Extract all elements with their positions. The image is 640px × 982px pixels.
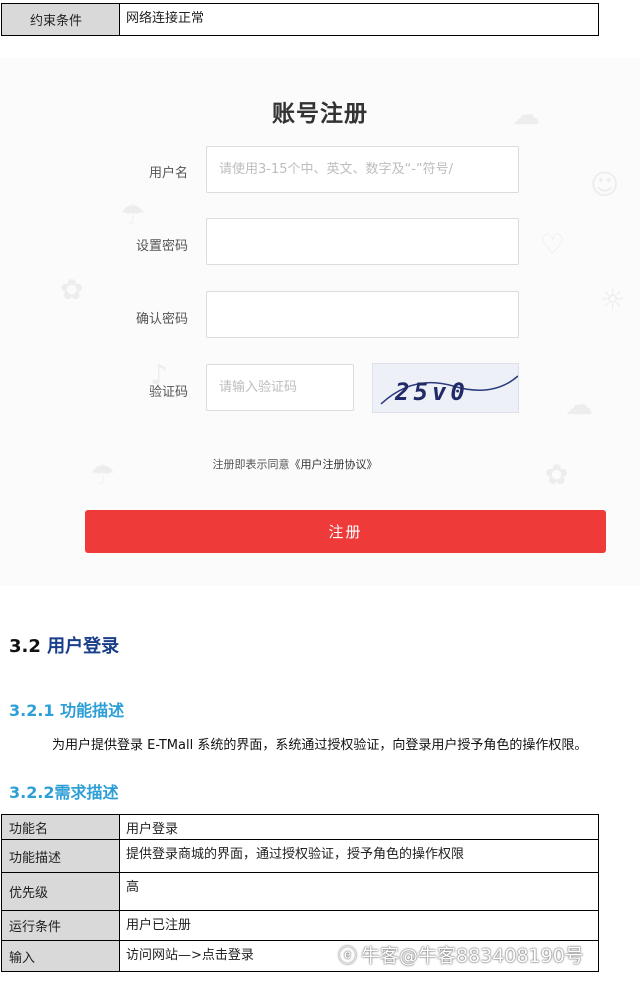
background-doodle-icon: ☼ (600, 283, 626, 316)
captcha-label: 验证码 (148, 385, 188, 400)
constraint-label: 约束条件 (2, 4, 120, 35)
password-label: 设置密码 (135, 239, 188, 254)
captcha-input[interactable]: 请输入验证码 (206, 364, 354, 411)
confirm-password-label: 确认密码 (135, 312, 188, 327)
table-row: 运行条件 用户已注册 (2, 911, 598, 941)
username-label: 用户名 (148, 166, 188, 181)
section-number: 3.2 (9, 636, 41, 657)
table-row: 功能名 用户登录 (2, 815, 598, 840)
username-input[interactable]: 请使用3-15个中、英文、数字及“-”符号/ (206, 146, 519, 193)
agreement-text: 注册即表示同意《用户注册协议》 (0, 456, 590, 472)
table-key-cell: 运行条件 (2, 911, 120, 940)
confirm-password-input[interactable] (206, 291, 519, 338)
background-doodle-icon: ☂ (120, 198, 146, 231)
agreement-prefix: 注册即表示同意 (212, 458, 290, 471)
watermark-logo-icon: ⓔ (338, 945, 358, 967)
user-agreement-link[interactable]: 《用户注册协议》 (290, 458, 378, 471)
constraint-value: 网络连接正常 (126, 11, 205, 26)
watermark: ⓔ 牛客@牛客883408190号 (338, 941, 584, 968)
captcha-text: 25v0 (394, 378, 469, 406)
registration-form-screenshot: ☁ ☺ ☂ ♡ ✿ ☼ ♪ ☁ ☂ ✿ 账号注册 用户名 请使用3-15个中、英… (0, 58, 640, 586)
subsection-heading-function: 3.2.1 功能描述 (9, 701, 125, 720)
background-doodle-icon: ☺ (590, 168, 620, 201)
section-title: 用户登录 (47, 636, 120, 657)
background-doodle-icon: ☁ (565, 388, 593, 421)
password-input[interactable] (206, 218, 519, 265)
table-key-cell: 优先级 (2, 873, 120, 910)
table-row: 功能描述 提供登录商城的界面，通过授权验证，授予角色的操作权限 (2, 840, 598, 873)
section-heading: 3.2 用户登录 (9, 632, 119, 658)
constraint-table: 约束条件 网络连接正常 (1, 3, 599, 36)
table-value-cell: 高 (126, 880, 140, 895)
subsection-heading-requirements: 3.2.2需求描述 (9, 783, 119, 802)
register-button[interactable]: 注册 (85, 510, 606, 553)
table-value-cell: 提供登录商城的界面，通过授权验证，授予角色的操作权限 (126, 847, 465, 862)
table-key-cell: 功能名 (2, 815, 120, 839)
function-description-paragraph: 为用户提供登录 E-TMall 系统的界面，系统通过授权验证，向登录用户授予角色… (52, 738, 588, 753)
table-row: 优先级 高 (2, 873, 598, 911)
background-doodle-icon: ♡ (540, 228, 566, 261)
table-value-cell: 用户登录 (126, 822, 179, 837)
register-title: 账号注册 (272, 101, 368, 127)
table-key-cell: 输入 (2, 941, 120, 971)
table-key-cell: 功能描述 (2, 840, 120, 872)
background-doodle-icon: ✿ (60, 273, 84, 306)
captcha-image[interactable]: 25v0 (372, 363, 519, 413)
watermark-text: 牛客@牛客883408190号 (361, 945, 584, 967)
table-value-cell: 用户已注册 (126, 918, 192, 933)
